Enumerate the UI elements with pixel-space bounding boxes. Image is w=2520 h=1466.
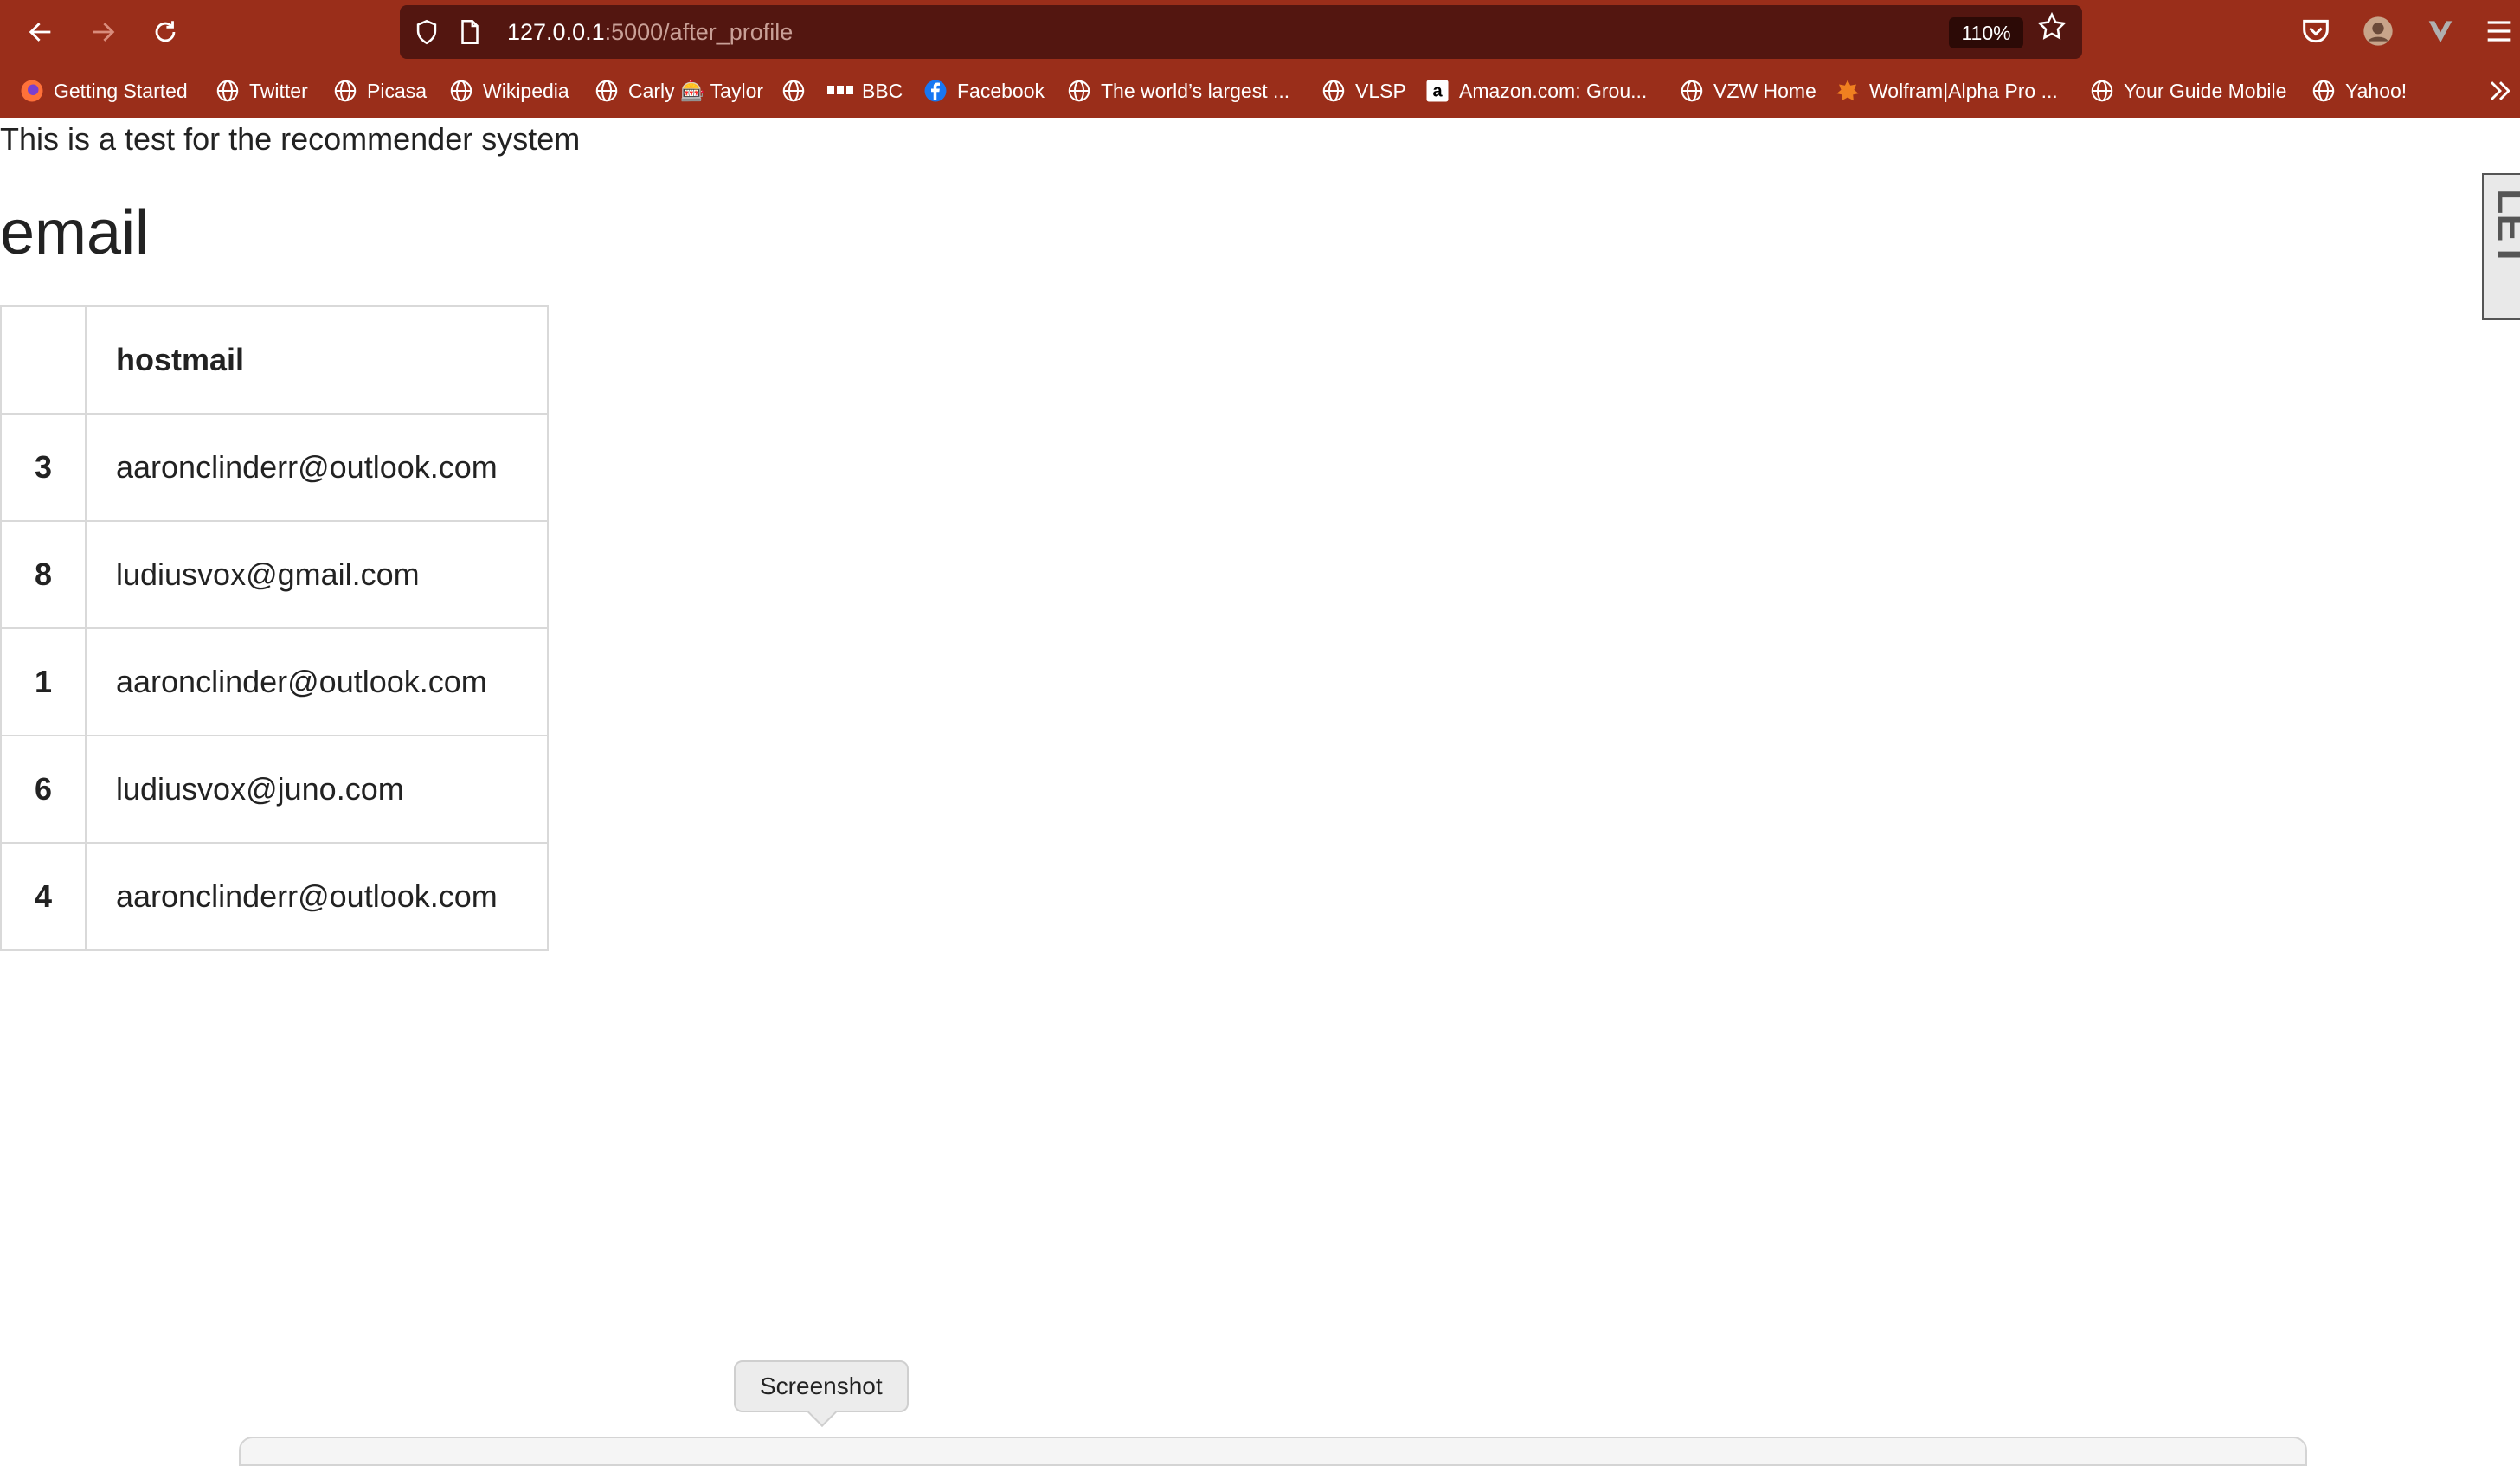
bookmark-label: VLSP — [1355, 79, 1406, 102]
bookmark-yahoo[interactable]: Yahoo! — [2311, 64, 2407, 118]
row-email: ludiusvox@juno.com — [85, 735, 549, 844]
bookmark-label: Wikipedia — [483, 79, 569, 102]
url-host: 127.0.0.1 — [507, 19, 605, 45]
bookmark-bbc[interactable]: BBC — [827, 64, 903, 118]
svg-text:a: a — [1432, 81, 1443, 100]
zoom-level-badge[interactable]: 110% — [1949, 17, 2023, 48]
bookmark-label: Getting Started — [54, 79, 188, 102]
row-email: aaronclinderr@outlook.com — [85, 842, 549, 951]
back-button[interactable] — [21, 12, 61, 52]
page-icon[interactable] — [455, 17, 485, 47]
facebook-icon — [924, 80, 947, 102]
dock — [239, 1437, 2307, 1466]
wolfram-icon — [1836, 80, 1859, 101]
bookmark-label: Amazon.com: Grou... — [1459, 79, 1648, 102]
page-heading: email — [0, 198, 150, 267]
page-content: This is a test for the recommender syste… — [0, 118, 2520, 1450]
bookmark-wikipedia[interactable]: Wikipedia — [448, 64, 569, 118]
email-table: hostmail 3 aaronclinderr@outlook.com 8 l… — [0, 305, 549, 951]
bbc-icon — [827, 86, 853, 94]
menu-icon[interactable] — [2482, 14, 2517, 48]
bookmark-label: Wolfram|Alpha Pro ... — [1869, 79, 2058, 102]
account-avatar-icon[interactable] — [2361, 14, 2395, 48]
arrow-right-icon — [93, 23, 115, 42]
bookmark-label: Yahoo! — [2345, 79, 2408, 102]
row-index: 4 — [0, 842, 87, 951]
bookmark-getting-started[interactable]: Getting Started — [19, 64, 188, 118]
bookmark-picasa[interactable]: Picasa — [332, 64, 427, 118]
globe-icon — [1681, 80, 1703, 102]
globe-icon — [450, 80, 472, 102]
row-email: aaronclinder@outlook.com — [85, 627, 549, 736]
bookmark-label: Twitter — [249, 79, 308, 102]
bookmark-label: VZW Home — [1713, 79, 1816, 102]
table-row: 1 aaronclinder@outlook.com — [0, 627, 549, 736]
reload-button[interactable] — [145, 12, 185, 52]
bookmark-wolfram-alpha[interactable]: Wolfram|Alpha Pro ... — [1835, 64, 2058, 118]
bookmark-amazon[interactable]: a Amazon.com: Grou... — [1424, 64, 1647, 118]
globe-icon — [216, 80, 239, 102]
globe-icon — [595, 80, 618, 102]
table-row: 6 ludiusvox@juno.com — [0, 735, 549, 844]
row-index: 1 — [0, 627, 87, 736]
globe-icon — [782, 80, 805, 102]
globe-icon — [2312, 80, 2335, 102]
globe-icon — [334, 80, 357, 102]
table-header-hostmail: hostmail — [85, 305, 549, 415]
browser-toolbar: 127.0.0.1:5000/after_profile 110% — [0, 0, 2520, 64]
bookmark-label: Picasa — [367, 79, 428, 102]
amazon-icon: a — [1426, 80, 1449, 102]
forward-button[interactable] — [83, 12, 123, 52]
extension-v-icon[interactable] — [2423, 14, 2458, 48]
globe-icon — [1322, 80, 1345, 102]
chevron-double-right-icon[interactable] — [2485, 76, 2515, 106]
side-tab-label: LET — [2488, 189, 2520, 267]
bookmark-facebook[interactable]: Facebook — [922, 64, 1045, 118]
row-email: aaronclinderr@outlook.com — [85, 413, 549, 522]
row-index: 3 — [0, 413, 87, 522]
pocket-icon[interactable] — [2298, 14, 2333, 48]
bookmark-star-icon[interactable] — [2035, 10, 2068, 43]
shield-icon[interactable] — [412, 17, 441, 47]
row-index: 8 — [0, 520, 87, 629]
bookmark-unnamed[interactable] — [781, 64, 815, 118]
url-path: :5000/after_profile — [604, 19, 794, 45]
bookmark-your-guide-mobile[interactable]: Your Guide Mobile — [2089, 64, 2286, 118]
bookmark-label: The world’s largest ... — [1101, 79, 1290, 102]
table-row: 4 aaronclinderr@outlook.com — [0, 842, 549, 951]
bookmark-label: BBC — [862, 79, 903, 102]
intro-text: This is a test for the recommender syste… — [0, 121, 581, 157]
bookmark-twitter[interactable]: Twitter — [215, 64, 308, 118]
row-email: ludiusvox@gmail.com — [85, 520, 549, 629]
bookmarks-bar: Getting Started Twitter Picasa Wikipedia… — [0, 64, 2520, 118]
bookmark-worlds-largest[interactable]: The world’s largest ... — [1066, 64, 1289, 118]
globe-icon — [1068, 80, 1090, 102]
side-feedback-tab[interactable]: LET — [2482, 173, 2520, 320]
bookmark-label: Facebook — [957, 79, 1045, 102]
table-header-index — [0, 305, 87, 415]
address-bar[interactable]: 127.0.0.1:5000/after_profile 110% — [400, 5, 2082, 59]
reload-icon — [155, 21, 176, 42]
bookmark-label: Carly 🎰 Taylor — [628, 79, 764, 102]
globe-icon — [2091, 80, 2113, 102]
table-row: 8 ludiusvox@gmail.com — [0, 520, 549, 629]
table-header-row: hostmail — [0, 305, 549, 415]
row-index: 6 — [0, 735, 87, 844]
screenshot-tooltip: Screenshot — [734, 1360, 909, 1412]
bookmark-vlsp[interactable]: VLSP — [1321, 64, 1406, 118]
bookmark-vzw-home[interactable]: VZW Home — [1679, 64, 1816, 118]
firefox-icon — [21, 80, 43, 102]
bookmark-carly-taylor[interactable]: Carly 🎰 Taylor — [594, 64, 763, 118]
table-row: 3 aaronclinderr@outlook.com — [0, 413, 549, 522]
bookmark-label: Your Guide Mobile — [2124, 79, 2287, 102]
arrow-left-icon — [29, 23, 51, 42]
url-text[interactable]: 127.0.0.1:5000/after_profile — [507, 5, 793, 59]
